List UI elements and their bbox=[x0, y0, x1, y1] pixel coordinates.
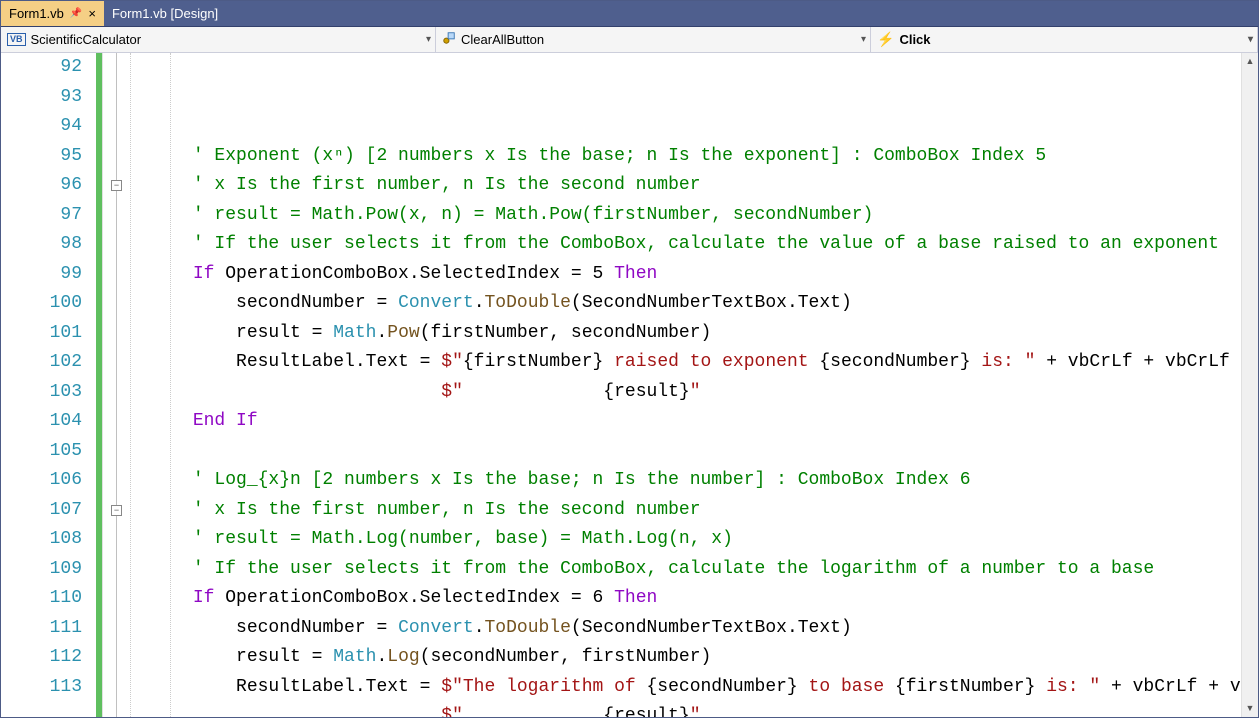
line-number: 104 bbox=[1, 407, 82, 437]
line-number: 113 bbox=[1, 673, 82, 703]
vb-icon: VB bbox=[7, 33, 26, 46]
line-number: 93 bbox=[1, 83, 82, 113]
line-number: 110 bbox=[1, 584, 82, 614]
line-number: 105 bbox=[1, 437, 82, 467]
member-dropdown[interactable]: ClearAllButton ▾ bbox=[436, 27, 871, 52]
code-line[interactable]: secondNumber = Convert.ToDouble(SecondNu… bbox=[128, 289, 1241, 319]
code-line[interactable]: ' Exponent (xⁿ) [2 numbers x Is the base… bbox=[128, 142, 1241, 172]
code-line[interactable]: result = Math.Pow(firstNumber, secondNum… bbox=[128, 319, 1241, 349]
chevron-down-icon: ▾ bbox=[1248, 34, 1253, 45]
tab-label: Form1.vb bbox=[9, 6, 64, 21]
scroll-down-icon[interactable]: ▼ bbox=[1242, 700, 1258, 717]
line-number: 107 bbox=[1, 496, 82, 526]
code-editor[interactable]: 9293949596979899100101102103104105106107… bbox=[1, 53, 1258, 717]
line-number: 106 bbox=[1, 466, 82, 496]
line-number-gutter: 9293949596979899100101102103104105106107… bbox=[1, 53, 96, 717]
vertical-scrollbar[interactable]: ▲ ▼ bbox=[1241, 53, 1258, 717]
lightning-icon: ⚡ bbox=[877, 31, 894, 48]
code-area[interactable]: ' Exponent (xⁿ) [2 numbers x Is the base… bbox=[124, 53, 1241, 717]
line-number: 108 bbox=[1, 525, 82, 555]
line-number: 112 bbox=[1, 643, 82, 673]
code-line[interactable]: result = Math.Log(secondNumber, firstNum… bbox=[128, 643, 1241, 673]
line-number: 98 bbox=[1, 230, 82, 260]
code-line[interactable]: secondNumber = Convert.ToDouble(SecondNu… bbox=[128, 614, 1241, 644]
line-number: 95 bbox=[1, 142, 82, 172]
event-name: Click bbox=[899, 32, 930, 47]
code-line[interactable]: ' x Is the first number, n Is the second… bbox=[128, 171, 1241, 201]
line-number: 96 bbox=[1, 171, 82, 201]
code-line[interactable]: $" {result}" bbox=[128, 702, 1241, 717]
line-number: 97 bbox=[1, 201, 82, 231]
member-navbar: VB ScientificCalculator ▾ ClearAllButton… bbox=[1, 27, 1258, 53]
chevron-down-icon: ▾ bbox=[861, 34, 866, 45]
close-icon[interactable]: × bbox=[88, 6, 96, 21]
code-line[interactable]: ' result = Math.Log(number, base) = Math… bbox=[128, 525, 1241, 555]
line-number: 94 bbox=[1, 112, 82, 142]
line-number: 102 bbox=[1, 348, 82, 378]
member-name: ClearAllButton bbox=[461, 32, 544, 47]
code-line[interactable]: ' Log_{x}n [2 numbers x Is the base; n I… bbox=[128, 466, 1241, 496]
collapse-toggle[interactable]: − bbox=[111, 180, 122, 191]
change-markers bbox=[96, 53, 110, 717]
collapse-toggle[interactable]: − bbox=[111, 505, 122, 516]
line-number: 109 bbox=[1, 555, 82, 585]
tab-label: Form1.vb [Design] bbox=[112, 6, 218, 21]
chevron-down-icon: ▾ bbox=[426, 34, 431, 45]
code-line[interactable]: ' result = Math.Pow(x, n) = Math.Pow(fir… bbox=[128, 201, 1241, 231]
member-icon bbox=[442, 31, 456, 48]
code-line[interactable]: ResultLabel.Text = $"The logarithm of {s… bbox=[128, 673, 1241, 703]
tab-form1-vb[interactable]: Form1.vb 📌 × bbox=[1, 1, 104, 26]
code-line[interactable]: $" {result}" bbox=[128, 378, 1241, 408]
pin-icon[interactable]: 📌 bbox=[70, 8, 82, 19]
tab-form1-design[interactable]: Form1.vb [Design] bbox=[104, 1, 226, 26]
line-number: 92 bbox=[1, 53, 82, 83]
code-line[interactable]: If OperationComboBox.SelectedIndex = 6 T… bbox=[128, 584, 1241, 614]
line-number: 101 bbox=[1, 319, 82, 349]
outline-margin[interactable]: −− bbox=[110, 53, 124, 717]
document-tabstrip: Form1.vb 📌 × Form1.vb [Design] bbox=[1, 1, 1258, 27]
line-number: 111 bbox=[1, 614, 82, 644]
code-line[interactable] bbox=[128, 437, 1241, 467]
project-dropdown[interactable]: VB ScientificCalculator ▾ bbox=[1, 27, 436, 52]
window-root: Form1.vb 📌 × Form1.vb [Design] VB Scient… bbox=[0, 0, 1259, 718]
code-line[interactable]: ResultLabel.Text = $"{firstNumber} raise… bbox=[128, 348, 1241, 378]
project-name: ScientificCalculator bbox=[31, 32, 142, 47]
code-line[interactable]: ' x Is the first number, n Is the second… bbox=[128, 496, 1241, 526]
line-number: 99 bbox=[1, 260, 82, 290]
code-line[interactable]: End If bbox=[128, 407, 1241, 437]
line-number: 103 bbox=[1, 378, 82, 408]
line-number: 100 bbox=[1, 289, 82, 319]
code-line[interactable]: ' If the user selects it from the ComboB… bbox=[128, 230, 1241, 260]
code-line[interactable]: If OperationComboBox.SelectedIndex = 5 T… bbox=[128, 260, 1241, 290]
code-line[interactable]: ' If the user selects it from the ComboB… bbox=[128, 555, 1241, 585]
event-dropdown[interactable]: ⚡ Click ▾ bbox=[871, 27, 1258, 52]
scroll-up-icon[interactable]: ▲ bbox=[1242, 53, 1258, 70]
